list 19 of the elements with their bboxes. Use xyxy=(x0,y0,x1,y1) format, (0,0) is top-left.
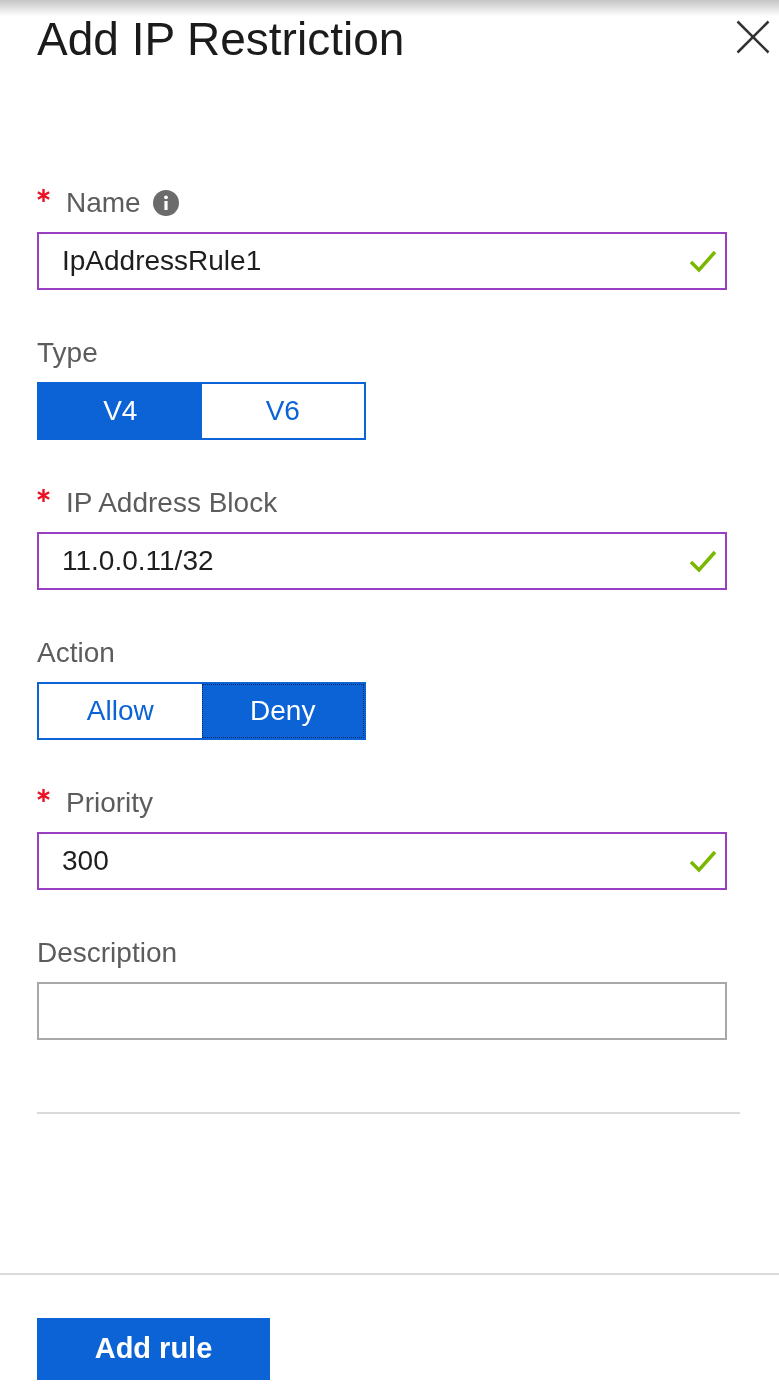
panel-title: Add IP Restriction xyxy=(37,13,405,65)
text-field[interactable] xyxy=(37,982,727,1040)
text-field[interactable]: IpAddressRule1 xyxy=(37,232,727,290)
toggle-option[interactable]: V4 xyxy=(39,384,202,438)
checkmark-icon xyxy=(689,849,717,873)
close-button[interactable] xyxy=(736,20,770,54)
field-label: Priority xyxy=(66,786,154,820)
toggle-option[interactable]: Deny xyxy=(201,684,364,738)
field-label: Action xyxy=(37,636,115,670)
add-rule-button[interactable]: Add rule xyxy=(37,1318,270,1380)
checkmark-icon xyxy=(689,549,717,573)
text-field[interactable]: 11.0.0.11/32 xyxy=(37,532,727,590)
field-label: Name xyxy=(66,186,141,220)
close-icon xyxy=(736,20,770,54)
field-label: Description xyxy=(37,936,178,970)
text-field[interactable]: 300 xyxy=(37,832,727,890)
field-label: Type xyxy=(37,336,98,370)
field-label: IP Address Block xyxy=(66,486,278,520)
checkmark-icon xyxy=(689,249,717,273)
